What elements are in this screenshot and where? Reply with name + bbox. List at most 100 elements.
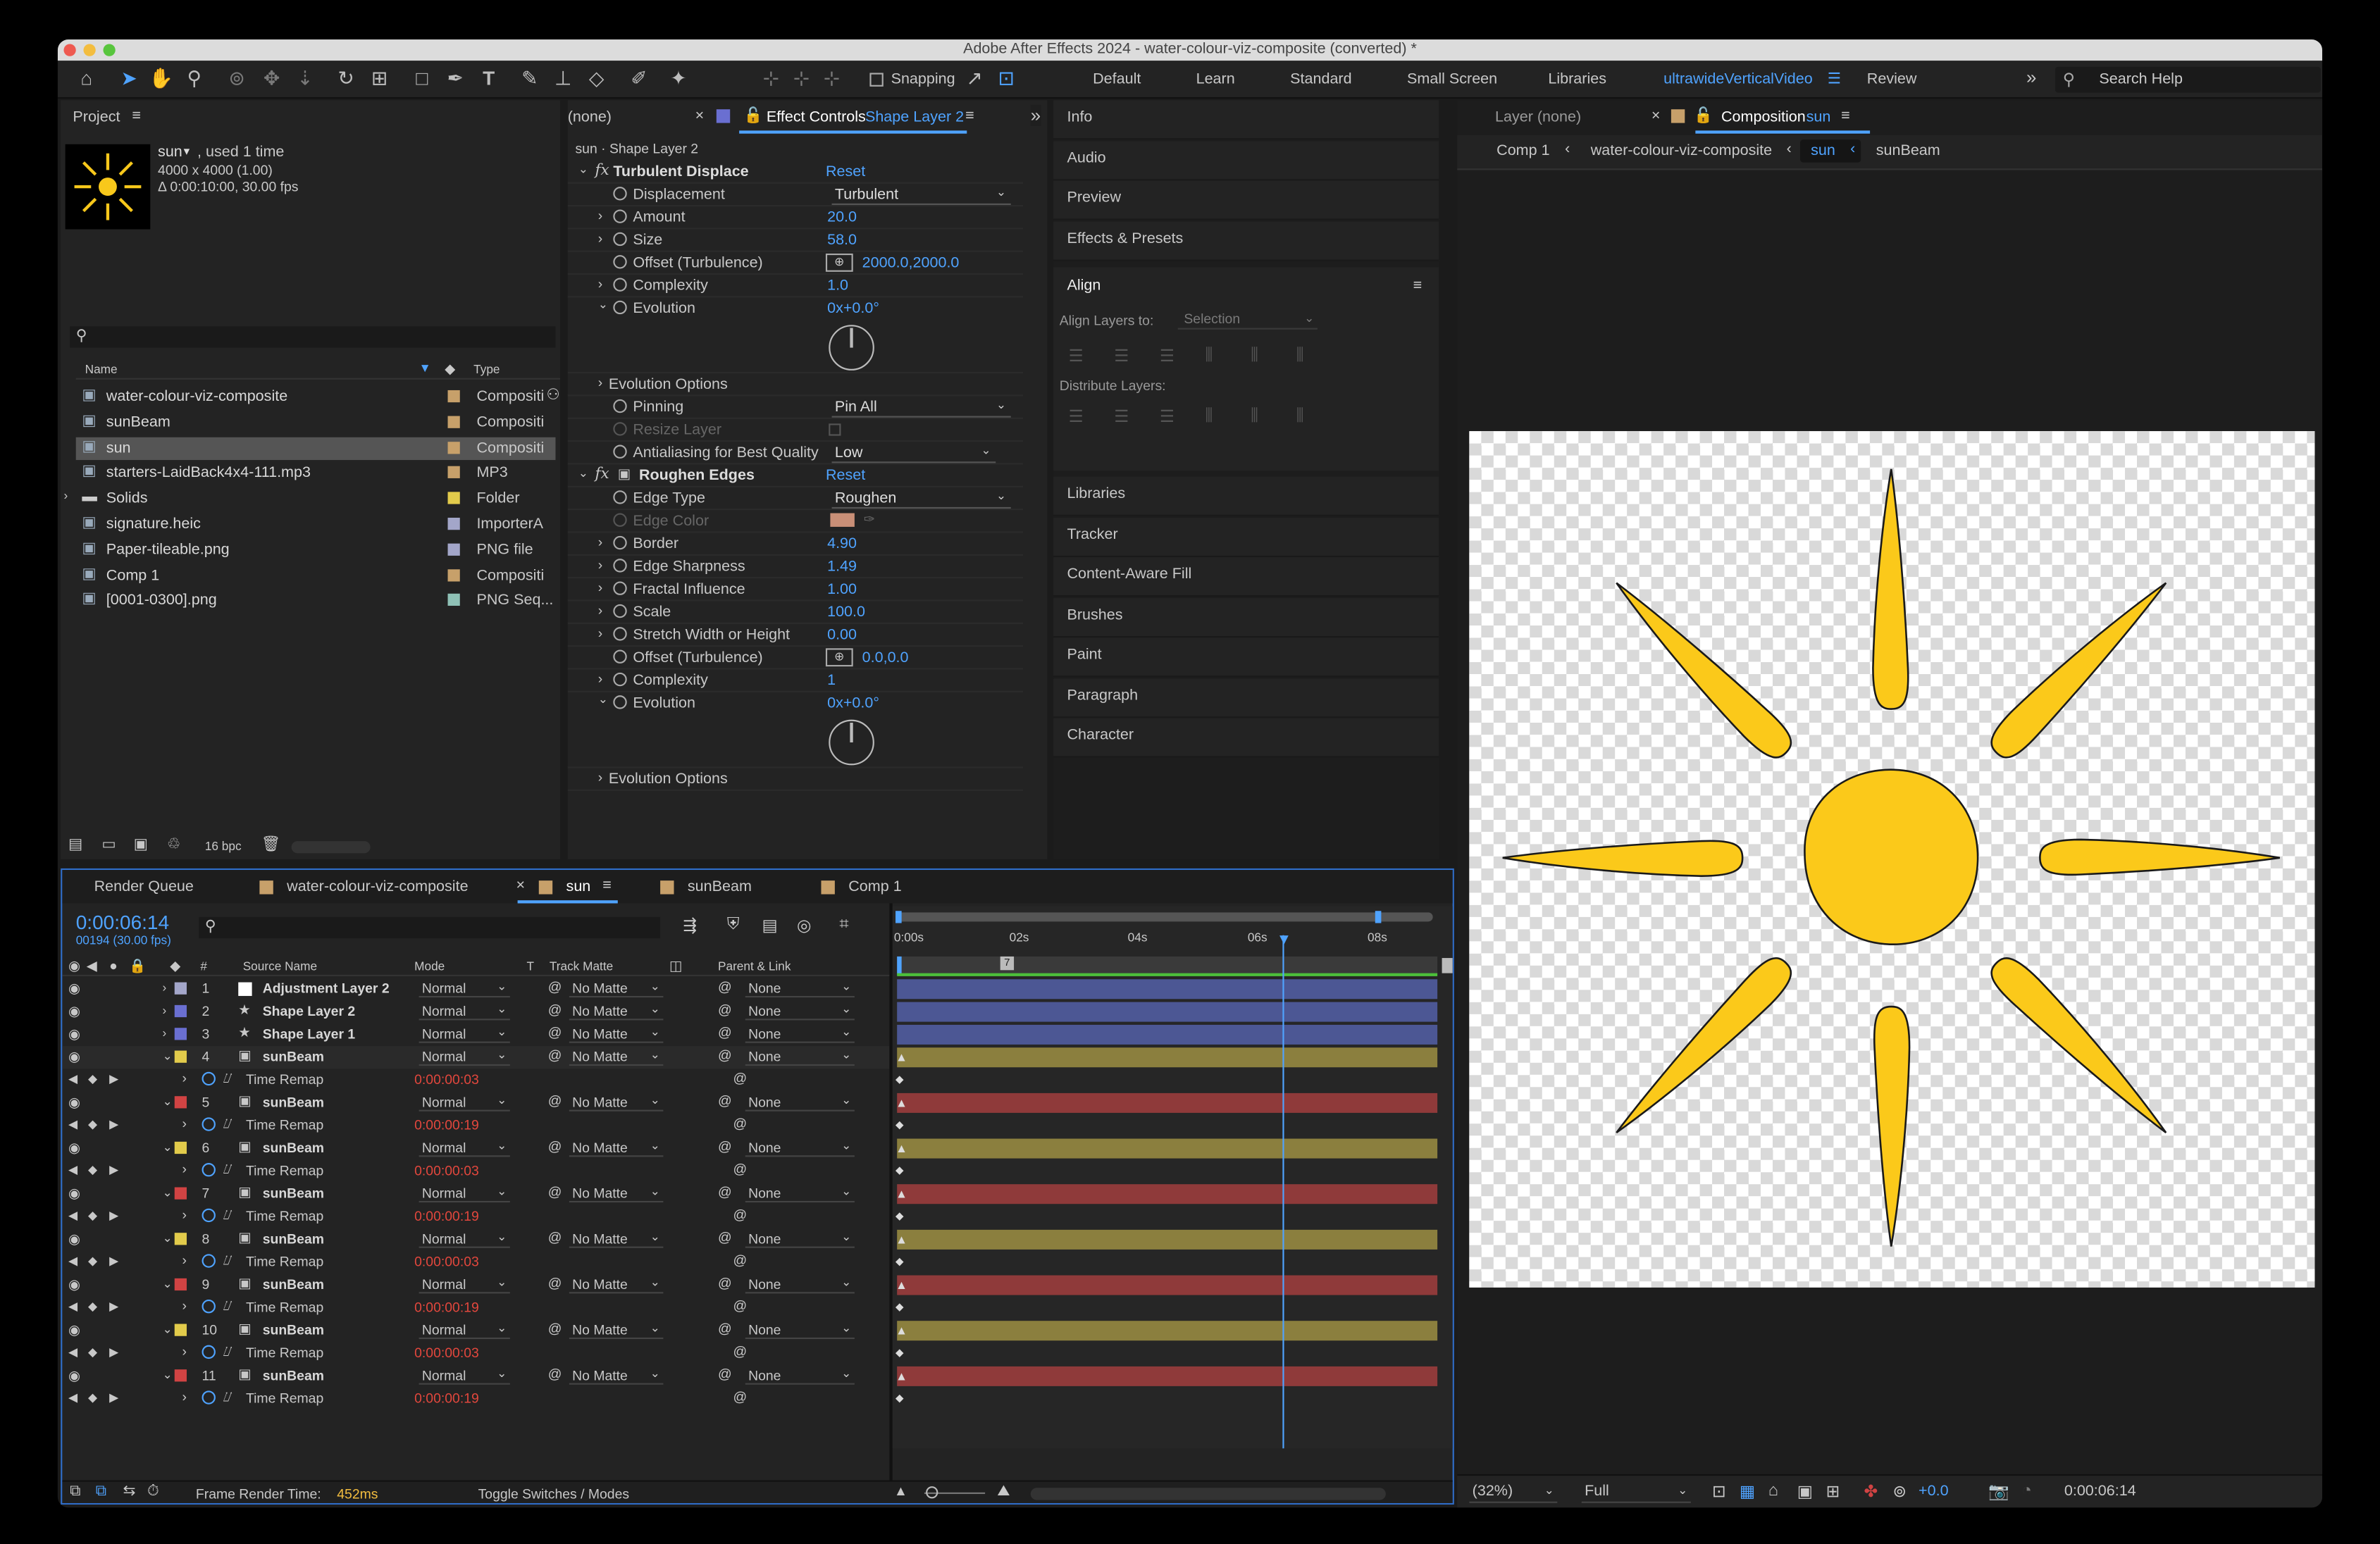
parent-select[interactable]: None ⌄ [745, 1230, 855, 1248]
time-remap-row[interactable]: ◀ ◆ ▶ › ⌰ Time Remap 0:00:00:03 @ [62, 1160, 889, 1183]
timeline-layer-row[interactable]: ◉ ⌄ 8 ▣ sunBeam Normal ⌄ @ No Matte ⌄ @ None ⌄ [62, 1228, 889, 1251]
layer-duration-bar[interactable] [897, 1138, 1438, 1159]
effect-property-value[interactable]: 58.0 [827, 232, 857, 249]
project-item-row[interactable]: ▣ [0001-0300].png PNG Seq... [76, 590, 556, 612]
align-option-icon[interactable]: ⫼ [1206, 346, 1213, 366]
parent-pickwhip-icon[interactable]: @ [718, 1002, 732, 1018]
mode-column[interactable]: Mode [414, 959, 445, 973]
eye-icon[interactable]: ◉ [68, 1004, 80, 1021]
exposure-value[interactable]: +0.0 [1919, 1483, 1949, 1500]
parent-pickwhip-icon[interactable]: @ [718, 1139, 732, 1154]
name-column-header[interactable]: Name [85, 363, 118, 376]
collapse-chevron-icon[interactable]: ⌄ [163, 1322, 173, 1336]
effect-property-select[interactable]: Pin All ⌄ [831, 398, 1011, 418]
close-tab-icon[interactable]: × [695, 108, 705, 125]
distribute-option-icon[interactable]: ☰ [1160, 407, 1174, 427]
keyframe-icon[interactable]: ◆ [895, 1301, 904, 1313]
local-axis-icon[interactable]: ⊹ [759, 67, 783, 91]
view-axis-icon[interactable]: ⊹ [819, 67, 843, 91]
effect-property-value[interactable]: 100.0 [827, 604, 865, 621]
effect-property-row[interactable]: Offset (Turbulence) ⊕ 2000.0,2000.0 [567, 252, 1023, 275]
matte-link-icon[interactable]: @ [548, 1276, 562, 1291]
sort-arrow-icon[interactable]: ▼ [419, 361, 431, 375]
stopwatch-icon[interactable] [613, 278, 627, 292]
matte-link-icon[interactable]: @ [548, 1002, 562, 1018]
type-tool-icon[interactable]: T [476, 67, 500, 91]
render-queue-tab[interactable]: Render Queue [94, 879, 194, 896]
layer-duration-bar[interactable] [897, 1092, 1438, 1113]
stopwatch-icon[interactable] [202, 1208, 216, 1223]
label-column-icon[interactable]: ◆ [445, 361, 455, 378]
time-remap-value[interactable]: 0:00:00:03 [414, 1254, 479, 1269]
effect-property-row[interactable]: › Evolution Options [567, 373, 1023, 397]
expression-pickwhip-icon[interactable]: @ [733, 1116, 748, 1131]
stopwatch-icon[interactable] [202, 1390, 216, 1405]
layer-label-swatch[interactable] [174, 1004, 187, 1018]
expand-chevron-icon[interactable]: › [598, 625, 602, 641]
align-option-icon[interactable]: ☰ [1114, 346, 1129, 366]
layer-duration-bar[interactable] [897, 1366, 1438, 1386]
project-item-row[interactable]: ▣ sunBeam Compositi [76, 411, 556, 434]
layer-mode-select[interactable]: Normal ⌄ [419, 979, 510, 998]
parent-select[interactable]: None ⌄ [745, 979, 855, 998]
collapse-chevron-icon[interactable]: ⌄ [578, 466, 588, 480]
parent-select[interactable]: None ⌄ [745, 1047, 855, 1066]
layer-label-swatch[interactable] [174, 1050, 187, 1063]
effect-property-row[interactable]: ⌄ Evolution 0x+0.0° [567, 297, 1023, 374]
viewer-timecode[interactable]: 0:00:06:14 [2064, 1483, 2136, 1500]
project-search-field[interactable]: ⚲ [70, 326, 556, 348]
hand-tool-icon[interactable]: ✋ [149, 67, 173, 91]
stopwatch-icon[interactable] [613, 649, 627, 664]
video-switch-icon[interactable]: ◉ [68, 958, 80, 975]
expand-chevron-icon[interactable]: › [598, 671, 602, 687]
parent-select[interactable]: None ⌄ [745, 1276, 855, 1294]
layer-in-point-icon[interactable]: ▲ [895, 1142, 907, 1155]
orbit-camera-icon[interactable]: ⊚ [225, 67, 249, 91]
project-item-label-swatch[interactable] [447, 517, 460, 530]
expand-chevron-icon[interactable]: › [598, 603, 602, 618]
layer-duration-bar[interactable] [897, 1024, 1438, 1045]
current-time-indicator[interactable] [1282, 935, 1284, 1449]
comp-panel-menu-icon[interactable]: ≡ [1841, 108, 1850, 125]
guides-icon[interactable]: ▣ [1797, 1482, 1813, 1502]
reset-button[interactable]: Reset [826, 468, 865, 485]
region-of-interest-icon[interactable]: ⊡ [1712, 1482, 1726, 1502]
keyframe-icon[interactable]: ◆ [895, 1119, 904, 1131]
layer-source-name[interactable]: sunBeam [263, 1368, 324, 1383]
workspace-standard[interactable]: Standard [1290, 71, 1351, 88]
add-keyframe-icon[interactable]: ◆ [88, 1254, 97, 1267]
workspace-default[interactable]: Default [1093, 71, 1141, 88]
layer-in-point-icon[interactable]: ▲ [895, 1096, 907, 1109]
matte-link-icon[interactable]: @ [548, 1366, 562, 1382]
expand-chevron-icon[interactable]: › [598, 276, 602, 292]
layer-source-name[interactable]: sunBeam [263, 1140, 324, 1156]
eye-icon[interactable]: ◉ [68, 1026, 80, 1043]
expand-chevron-icon[interactable]: › [182, 1162, 187, 1177]
parent-pickwhip-icon[interactable]: @ [718, 1093, 732, 1109]
next-keyframe-icon[interactable]: ▶ [109, 1254, 118, 1267]
expand-chevron-icon[interactable]: › [598, 208, 602, 223]
matte-link-icon[interactable]: @ [548, 979, 562, 995]
render-time-icon[interactable]: ⏱ [147, 1483, 159, 1500]
effect-property-select[interactable]: Roughen ⌄ [831, 489, 1011, 509]
align-option-icon[interactable]: ☰ [1160, 346, 1174, 366]
effect-property-row[interactable]: › Border 4.90 [567, 533, 1023, 556]
stopwatch-icon[interactable] [202, 1345, 216, 1359]
distribute-option-icon[interactable]: ⫼ [1296, 407, 1304, 427]
prev-keyframe-icon[interactable]: ◀ [68, 1254, 78, 1267]
interpret-footage-icon[interactable]: ▤ [68, 837, 82, 854]
work-area-navigator[interactable] [895, 911, 1433, 923]
track-matte-column[interactable]: Track Matte [550, 959, 613, 973]
zoom-tool-icon[interactable]: ⚲ [182, 67, 206, 91]
matte-link-icon[interactable]: @ [548, 1025, 562, 1040]
layer-switches-icon[interactable]: ⧉ [70, 1483, 80, 1500]
eye-icon[interactable]: ◉ [68, 1368, 80, 1385]
eye-icon[interactable]: ◉ [68, 1095, 80, 1112]
collapse-chevron-icon[interactable]: ⌄ [163, 1049, 173, 1062]
layer-mode-select[interactable]: Normal ⌄ [419, 1025, 510, 1043]
effect-property-row[interactable]: Edge Color ✑ [567, 510, 1023, 533]
type-column-header[interactable]: Type [473, 363, 500, 376]
new-composition-icon[interactable]: ▣ [134, 837, 148, 854]
graph-icon[interactable]: ⌰ [223, 1389, 233, 1406]
resolution-select[interactable]: Full ⌄ [1581, 1482, 1691, 1503]
